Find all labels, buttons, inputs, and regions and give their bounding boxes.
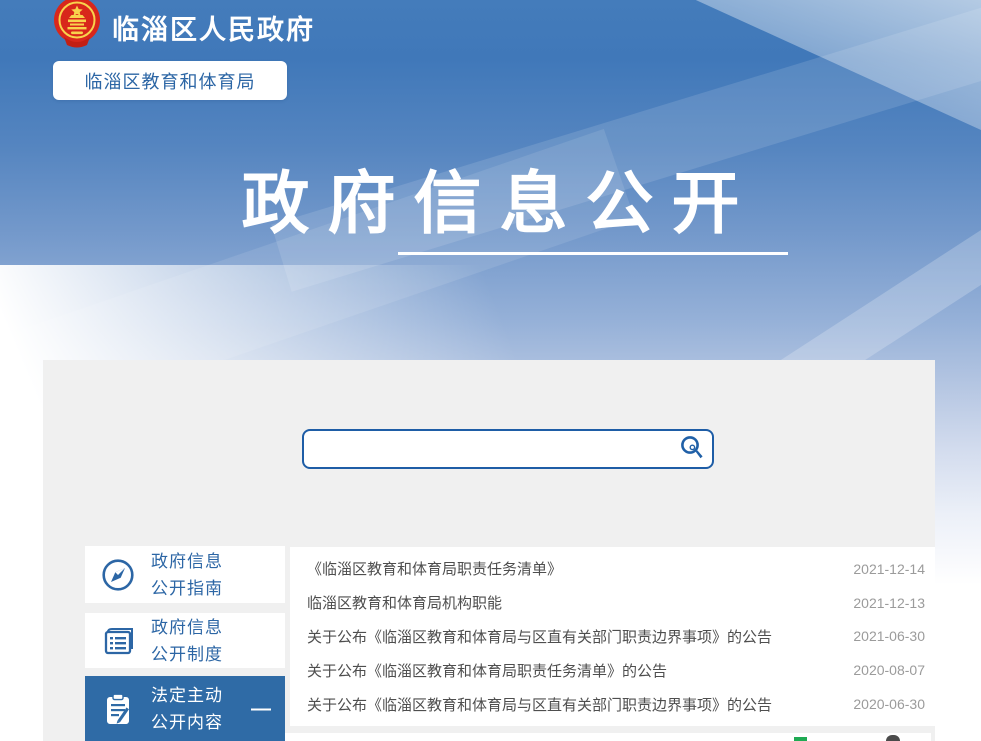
sidebar-item-system[interactable]: 政府信息 公开制度	[85, 613, 285, 668]
search-icon	[679, 434, 706, 464]
list-item: 关于公布《临淄区教育和体育局与区直有关部门职责边界事项》的公告 2020-06-…	[290, 687, 935, 721]
list-item: 《临淄区教育和体育局职责任务清单》 2021-12-14	[290, 552, 935, 586]
sidebar-item-statutory-active[interactable]: 法定主动 公开内容 —	[85, 676, 285, 741]
article-date: 2021-06-30	[853, 628, 925, 644]
compass-icon	[100, 557, 136, 593]
cutoff-green-fragment	[794, 737, 807, 741]
national-emblem-icon	[50, 0, 104, 49]
partial-next-row	[285, 733, 931, 741]
sidebar-item-label: 政府信息 公开指南	[151, 548, 223, 602]
sidebar-item-guide[interactable]: 政府信息 公开指南	[85, 546, 285, 603]
cutoff-dark-fragment	[886, 735, 900, 741]
article-title-link[interactable]: 关于公布《临淄区教育和体育局与区直有关部门职责边界事项》的公告	[307, 694, 772, 715]
list-item: 关于公布《临淄区教育和体育局职责任务清单》的公告 2020-08-07	[290, 653, 935, 687]
list-item: 临淄区教育和体育局机构职能 2021-12-13	[290, 586, 935, 620]
article-list: 《临淄区教育和体育局职责任务清单》 2021-12-14 临淄区教育和体育局机构…	[290, 547, 935, 726]
search-box	[302, 429, 714, 469]
ledger-icon	[100, 623, 136, 659]
site-name: 临淄区人民政府	[112, 8, 315, 47]
search-button[interactable]	[675, 432, 709, 466]
sidebar-item-label: 法定主动 公开内容	[151, 682, 223, 736]
page: 临淄区人民政府 临淄区教育和体育局 政府信息公开	[0, 0, 981, 741]
article-title-link[interactable]: 关于公布《临淄区教育和体育局职责任务清单》的公告	[307, 660, 667, 681]
article-date: 2020-06-30	[853, 696, 925, 712]
list-item: 关于公布《临淄区教育和体育局与区直有关部门职责边界事项》的公告 2021-06-…	[290, 620, 935, 654]
article-date: 2020-08-07	[853, 662, 925, 678]
department-tab-button[interactable]: 临淄区教育和体育局	[53, 61, 287, 100]
collapse-minus-indicator[interactable]: —	[251, 699, 271, 719]
title-underline	[398, 252, 788, 255]
page-title: 政府信息公开	[0, 148, 981, 247]
article-date: 2021-12-14	[853, 561, 925, 577]
clipboard-pencil-icon	[100, 691, 136, 727]
sidebar-item-label: 政府信息 公开制度	[151, 614, 223, 668]
article-title-link[interactable]: 关于公布《临淄区教育和体育局与区直有关部门职责边界事项》的公告	[307, 626, 772, 647]
article-date: 2021-12-13	[853, 595, 925, 611]
search-input[interactable]	[304, 431, 675, 467]
article-title-link[interactable]: 《临淄区教育和体育局职责任务清单》	[307, 558, 562, 579]
article-title-link[interactable]: 临淄区教育和体育局机构职能	[307, 592, 502, 613]
